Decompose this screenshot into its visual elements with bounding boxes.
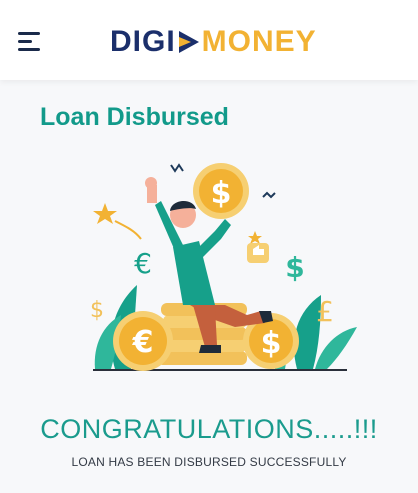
logo-arrow-icon <box>178 31 199 53</box>
page-title: Loan Disbursed <box>40 103 229 131</box>
logo-text-money: MONEY <box>201 25 317 58</box>
small-dollar-symbol-icon: $ <box>90 298 104 323</box>
thumbs-up-icon <box>247 243 269 263</box>
logo-text-digi: DIGI <box>110 25 176 58</box>
svg-text:€: € <box>132 325 154 360</box>
svg-text:$: $ <box>211 176 232 211</box>
pound-symbol-icon: £ <box>316 295 334 328</box>
star-icon <box>93 203 117 224</box>
dollar-symbol-icon: $ <box>285 251 304 284</box>
disbursed-message: LOAN HAS BEEN DISBURSED SUCCESSFULLY <box>71 455 347 469</box>
small-star-icon <box>248 231 262 244</box>
congratulations-heading: CONGRATULATIONS.....!!! <box>40 414 378 444</box>
held-dollar-coin-icon: $ <box>193 163 249 219</box>
loan-success-illustration: € $ $ € $ £ $ <box>90 163 357 371</box>
app-logo: DIGI MONEY <box>110 22 350 62</box>
hamburger-menu-icon[interactable] <box>18 30 44 52</box>
euro-symbol-icon: € <box>134 247 152 280</box>
euro-coin-icon: € <box>113 311 173 371</box>
svg-text:$: $ <box>261 326 282 361</box>
app-header: DIGI MONEY <box>0 0 418 80</box>
